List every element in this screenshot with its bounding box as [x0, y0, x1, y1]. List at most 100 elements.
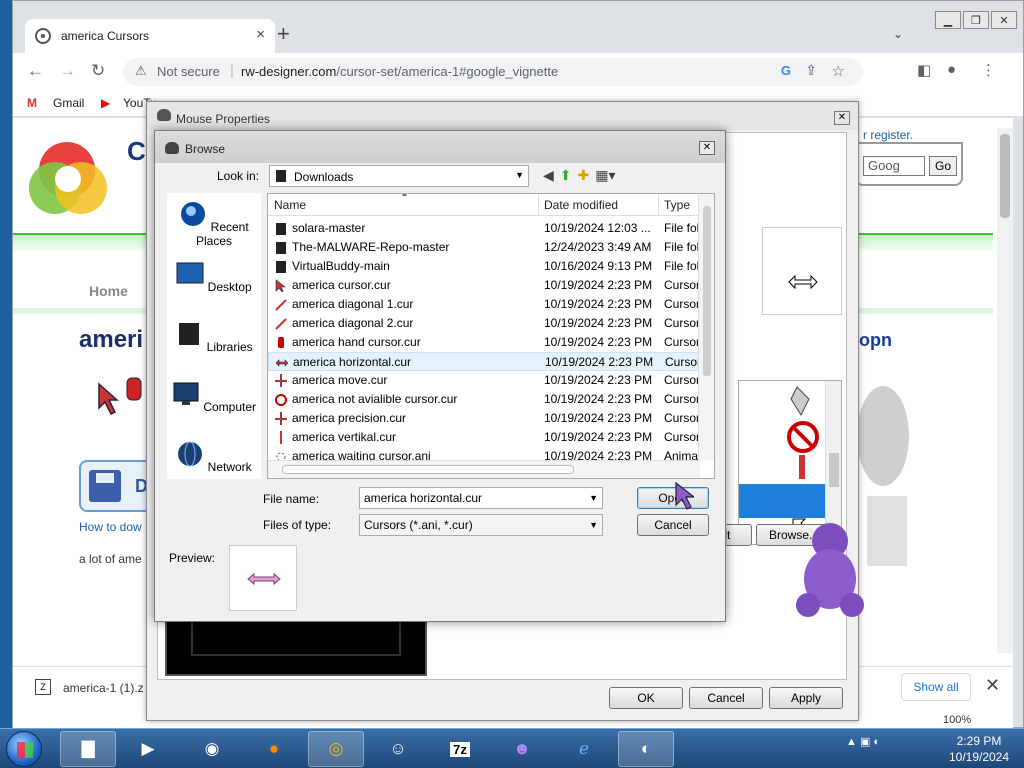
share-icon[interactable]: ⇪ — [805, 62, 817, 79]
menu-kebab-icon[interactable]: ⋮ — [981, 61, 996, 79]
place-libraries[interactable]: Libraries — [167, 321, 261, 354]
taskbar-media-player[interactable]: ▶ — [120, 731, 176, 767]
minimize-button[interactable]: ▁ — [935, 11, 961, 29]
file-row[interactable]: VirtualBuddy-main 10/16/2024 9:13 PM File … — [268, 257, 700, 276]
taskbar-users[interactable]: ☺ — [370, 731, 426, 767]
cursor-list-selected-row[interactable] — [739, 484, 825, 518]
download-filename[interactable]: america-1 (1).z — [63, 681, 144, 695]
new-tab-button[interactable]: + — [277, 23, 290, 45]
look-in-dropdown[interactable]: Downloads ▼ — [269, 165, 529, 187]
taskbar: ▇ ▶ ◉ ● ◎ ☺ 7z ☻ ℯ ◐ ▲ ▣ ◐ 2:29 PM 10/19… — [0, 728, 1024, 768]
sort-up-icon: ▲ — [400, 193, 409, 198]
taskbar-7zip[interactable]: 7z — [432, 731, 488, 767]
file-row[interactable]: The-MALWARE-Repo-master 12/24/2023 3:49 A… — [268, 238, 700, 257]
file-row[interactable]: america diagonal 2.cur 10/19/2024 2:23 PM… — [268, 314, 700, 333]
bookmark-star-icon[interactable]: ☆ — [832, 62, 845, 80]
tray-show-hidden-icon[interactable]: ▲ ▣ ◐ — [846, 735, 880, 748]
cancel-button[interactable]: Cancel — [637, 514, 709, 536]
users-icon: ☺ — [389, 739, 407, 758]
search-input[interactable]: Goog — [863, 156, 925, 176]
register-link[interactable]: r register. — [863, 128, 913, 142]
open-button[interactable]: Open — [637, 487, 709, 509]
browse-titlebar[interactable]: Browse ✕ — [155, 131, 725, 163]
file-row[interactable]: america precision.cur 10/19/2024 2:23 PM C… — [268, 409, 700, 428]
profile-avatar-icon[interactable]: ● — [947, 61, 956, 78]
file-row[interactable]: america move.cur 10/19/2024 2:23 PM Cursor — [268, 371, 700, 390]
taskbar-chrome[interactable]: ◎ — [308, 731, 364, 767]
tab-search-chevron-icon[interactable]: ⌄ — [893, 27, 903, 41]
mouse-icon: ◐ — [640, 739, 652, 758]
place-recent-places[interactable]: Recent Places — [167, 201, 261, 248]
zoom-level[interactable]: 100% — [943, 714, 971, 726]
bookmark-gmail[interactable]: Gmail — [53, 96, 84, 110]
apply-button[interactable]: Apply — [769, 687, 843, 709]
file-list[interactable]: Name ▲ Date modified Type solara-master 1… — [267, 193, 715, 479]
reload-icon[interactable]: ↻ — [91, 61, 105, 81]
file-date: 10/19/2024 2:23 PM — [544, 373, 653, 387]
taskbar-explorer[interactable]: ▇ — [60, 731, 116, 767]
taskbar-mouse[interactable]: ◐ — [618, 731, 674, 767]
new-folder-icon[interactable]: ✚ — [578, 167, 590, 184]
taskbar-bonzi[interactable]: ☻ — [494, 731, 550, 767]
recent-places-icon — [181, 202, 206, 226]
taskbar-ie[interactable]: ℯ — [556, 731, 612, 767]
close-window-button[interactable]: ✕ — [991, 11, 1017, 29]
start-button[interactable] — [6, 731, 42, 767]
file-list-vscroll[interactable] — [698, 194, 714, 460]
cursor-file-icon — [275, 318, 287, 330]
forward-arrow-icon[interactable]: → — [59, 61, 76, 81]
address-bar[interactable]: ⚠ Not secure | rw-designer.com/cursor-se… — [123, 58, 863, 86]
column-type[interactable]: Type — [664, 198, 690, 212]
up-folder-icon[interactable]: ⬆ — [560, 167, 572, 184]
column-date-modified[interactable]: Date modified — [544, 198, 618, 212]
place-desktop[interactable]: Desktop — [167, 261, 261, 294]
place-network[interactable]: Network — [167, 441, 261, 474]
place-computer[interactable]: Computer — [167, 381, 261, 414]
file-date: 10/19/2024 12:03 ... — [544, 221, 651, 235]
maximize-button[interactable]: ❐ — [963, 11, 989, 29]
firefox-icon: ● — [268, 739, 280, 758]
google-lens-icon[interactable]: G — [781, 63, 791, 78]
chrome-icon: ◎ — [328, 739, 344, 758]
file-row[interactable]: america cursor.cur 10/19/2024 2:23 PM Curs… — [268, 276, 700, 295]
browse-title: Browse — [185, 142, 226, 156]
page-scrollbar[interactable] — [997, 128, 1013, 653]
tab-america-cursors[interactable]: america Cursors × — [25, 19, 275, 53]
file-list-hscroll[interactable] — [268, 460, 700, 478]
cursor-file-icon — [275, 394, 287, 406]
cursor-file-icon — [275, 374, 287, 387]
file-row[interactable]: america horizontal.cur 10/19/2024 2:23 PM… — [268, 352, 701, 371]
file-row[interactable]: america not avialible cursor.cur 10/19/20… — [268, 390, 700, 409]
search-go-button[interactable]: Go — [929, 156, 957, 176]
mouse-properties-titlebar[interactable]: Mouse Properties ✕ — [147, 102, 858, 130]
ok-button[interactable]: OK — [609, 687, 683, 709]
back-arrow-icon[interactable]: ← — [27, 61, 44, 81]
taskbar-app[interactable]: ◉ — [184, 731, 240, 767]
file-type: File fol — [664, 240, 700, 254]
howto-link[interactable]: How to dow — [79, 520, 142, 534]
close-icon[interactable]: ✕ — [699, 141, 715, 155]
bonzi-icon: ☻ — [513, 739, 531, 758]
close-icon[interactable]: ✕ — [834, 111, 850, 125]
file-row[interactable]: america vertikal.cur 10/19/2024 2:23 PM Cu… — [268, 428, 700, 447]
back-icon[interactable]: ◀ — [543, 167, 554, 184]
system-clock[interactable]: 2:29 PM 10/19/2024 — [944, 733, 1014, 765]
side-panel-icon[interactable]: ◧ — [917, 61, 931, 79]
tab-close-icon[interactable]: × — [256, 26, 265, 43]
cancel-button[interactable]: Cancel — [689, 687, 763, 709]
file-row[interactable]: america diagonal 1.cur 10/19/2024 2:23 PM… — [268, 295, 700, 314]
file-type: Cursor — [664, 316, 701, 330]
close-download-shelf-icon[interactable]: ✕ — [985, 675, 1000, 696]
show-all-button[interactable]: Show all — [901, 673, 971, 701]
column-name[interactable]: Name — [274, 198, 306, 212]
file-name: america diagonal 2.cur — [292, 316, 414, 330]
view-menu-icon[interactable]: ▦▾ — [595, 167, 615, 184]
file-row[interactable]: america hand cursor.cur 10/19/2024 2:23 P… — [268, 333, 700, 352]
file-row[interactable]: solara-master 10/19/2024 12:03 ... File fo… — [268, 219, 700, 238]
file-name-input[interactable]: america horizontal.cur ▼ — [359, 487, 603, 509]
file-date: 10/19/2024 2:23 PM — [544, 411, 653, 425]
rw-designer-logo[interactable] — [29, 138, 109, 218]
taskbar-firefox[interactable]: ● — [246, 731, 302, 767]
nav-home-link[interactable]: Home — [89, 283, 128, 299]
file-type-select[interactable]: Cursors (*.ani, *.cur) ▼ — [359, 514, 603, 536]
